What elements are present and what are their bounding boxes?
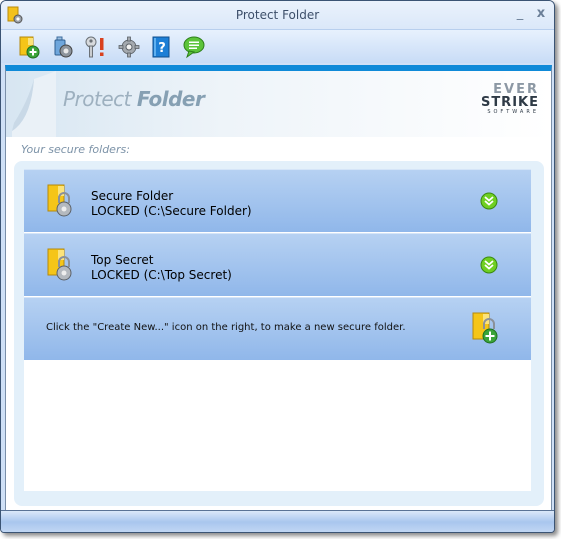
folder-status: LOCKED (C:\Top Secret) — [91, 268, 232, 282]
help-book-icon: ? — [152, 36, 170, 58]
everstrike-logo: EVER STRIKE SOFTWARE — [481, 83, 539, 115]
svg-text:?: ? — [158, 41, 166, 56]
section-label: Your secure folders: — [21, 143, 130, 156]
settings-button[interactable] — [117, 35, 141, 59]
create-hint: Click the "Create New..." icon on the ri… — [46, 322, 406, 333]
close-button[interactable]: x — [534, 7, 548, 21]
banner: Protect Folder EVER STRIKE SOFTWARE — [6, 71, 551, 137]
folder-add-icon — [19, 36, 40, 59]
logo-line2: STRIKE — [480, 95, 539, 110]
folder-status: LOCKED (C:\Secure Folder) — [91, 204, 252, 218]
folder-name: Top Secret — [91, 253, 154, 267]
create-new-row: Click the "Create New..." icon on the ri… — [24, 297, 531, 360]
gear-icon — [118, 36, 140, 58]
chat-bubble-icon — [183, 36, 205, 59]
locked-folder-icon — [47, 184, 72, 217]
status-bar — [1, 510, 554, 532]
password-button[interactable] — [84, 35, 108, 59]
feedback-button[interactable] — [182, 35, 206, 59]
page-curl-graphic — [12, 71, 56, 137]
usb-lock-icon — [54, 36, 73, 58]
minimize-button[interactable]: _ — [513, 7, 527, 21]
locked-folder-icon — [47, 248, 72, 281]
create-new-button[interactable] — [17, 35, 41, 59]
title-bar[interactable]: Protect Folder _ x — [1, 1, 554, 30]
toolbar: ? — [1, 30, 554, 63]
app-window: Protect Folder _ x ? Protect Folder EVER… — [0, 0, 555, 533]
folder-item[interactable]: Top Secret LOCKED (C:\Top Secret) — [24, 233, 531, 296]
banner-title-word2: Folder — [136, 87, 205, 111]
window-title: Protect Folder — [235, 8, 320, 22]
expand-chevron-icon[interactable] — [480, 256, 498, 274]
folder-item[interactable]: Secure Folder LOCKED (C:\Secure Folder) — [24, 169, 531, 232]
key-alert-icon — [85, 36, 104, 58]
usb-lock-button[interactable] — [51, 35, 75, 59]
expand-chevron-icon[interactable] — [480, 192, 498, 210]
main-content: Protect Folder EVER STRIKE SOFTWARE Your… — [5, 65, 552, 516]
folder-name: Secure Folder — [91, 189, 174, 203]
banner-title: Protect Folder — [63, 87, 205, 111]
help-button[interactable]: ? — [149, 35, 173, 59]
folders-panel: Secure Folder LOCKED (C:\Secure Folder) — [14, 161, 544, 506]
create-folder-icon[interactable] — [470, 311, 500, 345]
logo-line3: SOFTWARE — [487, 109, 539, 115]
banner-title-word1: Protect — [63, 87, 132, 111]
folders-list: Secure Folder LOCKED (C:\Secure Folder) — [24, 169, 531, 491]
